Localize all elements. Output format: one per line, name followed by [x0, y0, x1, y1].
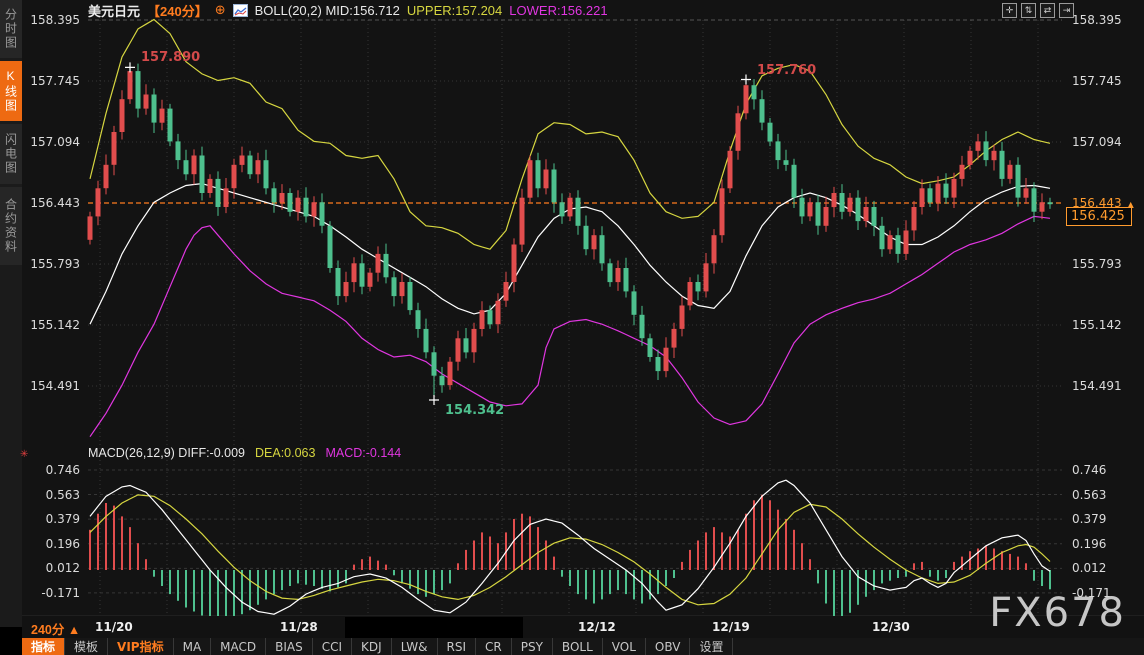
macd-header: MACD(26,12,9) DIFF:-0.009 DEA:0.063 MACD… — [88, 446, 401, 460]
price-axis-label-left: 157.745 — [22, 74, 80, 88]
macd-diff-label: MACD(26,12,9) DIFF:-0.009 — [88, 446, 245, 460]
indicator-tab-13[interactable]: VOL — [603, 638, 646, 655]
boll-mid-label: BOLL(20,2) MID:156.712 — [255, 3, 400, 18]
macd-axis-label-left: 0.196 — [22, 537, 80, 551]
macd-axis-label-right: 0.012 — [1072, 561, 1106, 575]
macd-axis-label-left: -0.171 — [22, 586, 80, 600]
x-axis-label: 12/12 — [578, 620, 616, 634]
boll-lower-label: LOWER:156.221 — [509, 3, 607, 18]
indicator-tab-15[interactable]: 设置 — [690, 638, 733, 655]
indicator-tab-11[interactable]: PSY — [512, 638, 553, 655]
go-latest-icon[interactable]: ⇥ — [1059, 3, 1074, 18]
indicator-tab-6[interactable]: CCI — [313, 638, 352, 655]
chart-icon[interactable] — [233, 4, 248, 17]
indicator-tab-5[interactable]: BIAS — [266, 638, 313, 655]
price-axis-label-right: 155.142 — [1072, 318, 1122, 332]
price-axis-label-left: 154.491 — [22, 379, 80, 393]
x-axis-label: 11/28 — [280, 620, 318, 634]
indicator-tab-12[interactable]: BOLL — [553, 638, 603, 655]
chart-canvas[interactable] — [0, 0, 1144, 655]
indicator-tab-0[interactable]: 指标 — [22, 638, 65, 655]
macd-axis-label-right: 0.196 — [1072, 537, 1106, 551]
sidebar-item-1[interactable]: K线图 — [0, 61, 22, 121]
y-scale-icon[interactable]: ⇅ — [1021, 3, 1036, 18]
chart-header: 美元日元 【240分】 ⊕ BOLL(20,2) MID:156.712 UPP… — [88, 2, 608, 18]
indicator-tab-2[interactable]: VIP指标 — [108, 638, 174, 655]
chart-toolbar: ✛ ⇅ ⇄ ⇥ — [1002, 3, 1074, 18]
pan-tool-icon[interactable]: ✛ — [1002, 3, 1017, 18]
indicator-tab-8[interactable]: LW& — [392, 638, 438, 655]
price-axis-label-left: 155.793 — [22, 257, 80, 271]
x-axis-label: 12/30 — [872, 620, 910, 634]
sidebar-item-3[interactable]: 合约资料 — [0, 187, 22, 265]
price-axis-label-left: 155.142 — [22, 318, 80, 332]
price-annotation: 157.890 — [141, 50, 200, 65]
indicator-tab-1[interactable]: 模板 — [65, 638, 108, 655]
indicator-tab-10[interactable]: CR — [476, 638, 512, 655]
current-price-box: 156.425 — [1066, 207, 1132, 226]
sidebar-footer-block — [0, 627, 22, 655]
macd-axis-label-right: 0.379 — [1072, 512, 1106, 526]
macd-axis-label-left: 0.012 — [22, 561, 80, 575]
macd-axis-label-left: 0.379 — [22, 512, 80, 526]
x-scale-icon[interactable]: ⇄ — [1040, 3, 1055, 18]
grid-layer — [22, 20, 1144, 616]
alert-sun-icon[interactable]: ✳ — [20, 449, 28, 460]
price-axis-label-left: 158.395 — [22, 13, 80, 27]
price-axis-label-right: 157.094 — [1072, 135, 1122, 149]
watermark: FX678 — [989, 590, 1126, 636]
indicator-tab-4[interactable]: MACD — [211, 638, 266, 655]
indicator-tab-14[interactable]: OBV — [646, 638, 691, 655]
boll-upper-label: UPPER:157.204 — [407, 3, 502, 18]
sidebar-item-0[interactable]: 分时图 — [0, 0, 22, 58]
sidebar-item-2[interactable]: 闪电图 — [0, 124, 22, 184]
indicator-tabbar: 指标模板VIP指标MAMACDBIASCCIKDJLW&RSICRPSYBOLL… — [22, 638, 1144, 655]
chart-type-sidebar: 分时图 K线图闪电图合约资料 — [0, 0, 22, 655]
macd-axis-label-left: 0.563 — [22, 488, 80, 502]
x-axis-label: 11/20 — [95, 620, 133, 634]
price-annotation: 154.342 — [445, 403, 504, 418]
macd-axis-label-right: 0.563 — [1072, 488, 1106, 502]
price-axis-label-left: 157.094 — [22, 135, 80, 149]
trading-app-window: 分时图 K线图闪电图合约资料 美元日元 【240分】 ⊕ BOLL(20,2) M… — [0, 0, 1144, 655]
hot-icon[interactable]: ⊕ — [215, 2, 226, 18]
x-axis-label: 12/19 — [712, 620, 750, 634]
price-axis-label-right: 154.491 — [1072, 379, 1122, 393]
macd-value-label: MACD:-0.144 — [325, 446, 401, 460]
indicator-tab-3[interactable]: MA — [174, 638, 212, 655]
macd-layer — [90, 480, 1050, 621]
price-annotation: 157.760 — [757, 63, 816, 78]
candles-layer — [88, 62, 1053, 405]
price-axis-label-right: 158.395 — [1072, 13, 1122, 27]
price-axis-label-right: 155.793 — [1072, 257, 1122, 271]
macd-axis-label-left: 0.746 — [22, 463, 80, 477]
price-axis-label-left: 156.443 — [22, 196, 80, 210]
indicator-tab-9[interactable]: RSI — [438, 638, 477, 655]
symbol-title: 美元日元 — [88, 1, 140, 20]
price-axis-label-right: 157.745 — [1072, 74, 1122, 88]
macd-axis-label-right: 0.746 — [1072, 463, 1106, 477]
redaction-box — [345, 617, 523, 639]
timeframe-label[interactable]: 【240分】 — [147, 1, 208, 20]
macd-dea-label: DEA:0.063 — [255, 446, 315, 460]
indicator-tab-7[interactable]: KDJ — [352, 638, 392, 655]
